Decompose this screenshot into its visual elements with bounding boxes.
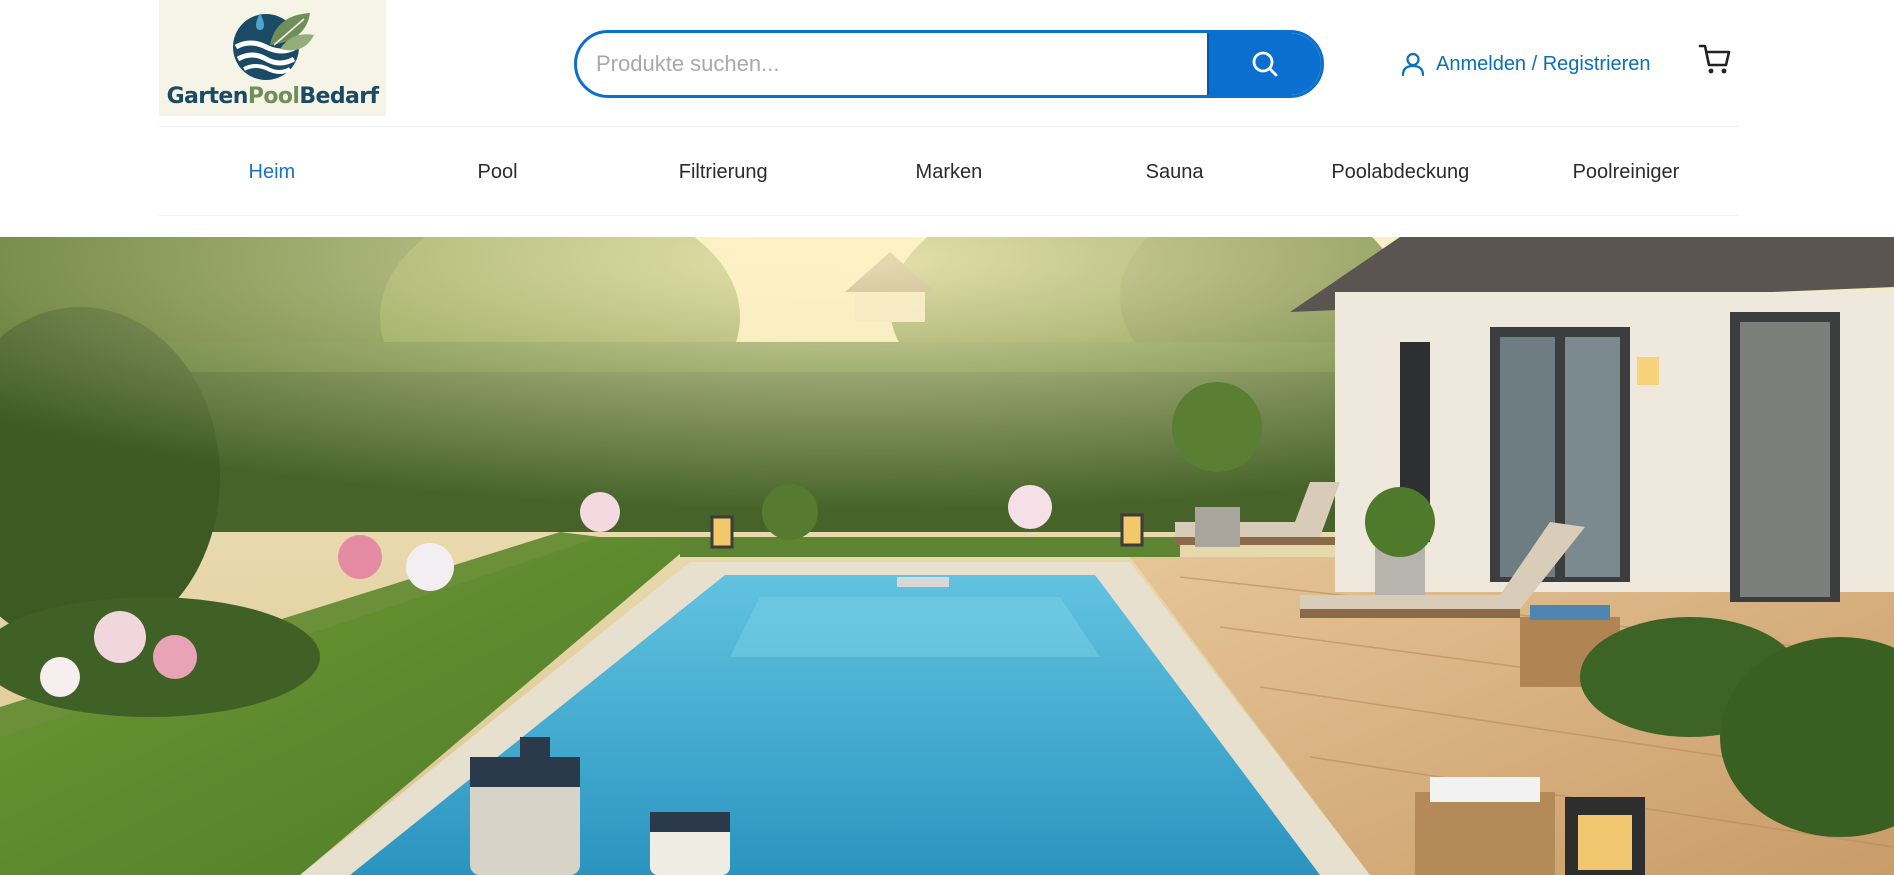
- logo-emblem-icon: [233, 13, 314, 80]
- nav-item-heim[interactable]: Heim: [159, 128, 385, 216]
- logo-word-garten: Garten: [166, 84, 249, 109]
- logo-text: GartenPoolBedarf: [159, 84, 386, 109]
- main-nav: Heim Pool Filtrierung Marken Sauna Poola…: [159, 128, 1739, 216]
- nav-item-filtrierung[interactable]: Filtrierung: [610, 128, 836, 216]
- user-icon: [1401, 52, 1425, 77]
- cart-icon: [1698, 44, 1731, 74]
- search-form: [574, 30, 1324, 98]
- nav-item-marken[interactable]: Marken: [836, 128, 1062, 216]
- search-input[interactable]: [577, 33, 1207, 95]
- header-top-bar: GartenPoolBedarf Anmelden / Registrieren: [159, 0, 1739, 127]
- nav-item-pool[interactable]: Pool: [385, 128, 611, 216]
- nav-item-poolabdeckung[interactable]: Poolabdeckung: [1287, 128, 1513, 216]
- search-icon: [1252, 51, 1278, 77]
- nav-item-poolreiniger[interactable]: Poolreiniger: [1513, 128, 1739, 216]
- hero-banner: [0, 237, 1894, 875]
- search-button[interactable]: [1207, 33, 1321, 95]
- login-register-label: Anmelden / Registrieren: [1436, 52, 1651, 75]
- login-register-link[interactable]: Anmelden / Registrieren: [1400, 48, 1651, 80]
- hero-garden-pool-image: [0, 237, 1894, 875]
- site-header: GartenPoolBedarf Anmelden / Registrieren: [0, 0, 1894, 237]
- nav-item-sauna[interactable]: Sauna: [1062, 128, 1288, 216]
- cart-button[interactable]: [1697, 41, 1733, 77]
- site-logo[interactable]: GartenPoolBedarf: [159, 0, 386, 116]
- logo-word-pool: Pool: [247, 84, 300, 109]
- logo-word-bedarf: Bedarf: [299, 84, 379, 109]
